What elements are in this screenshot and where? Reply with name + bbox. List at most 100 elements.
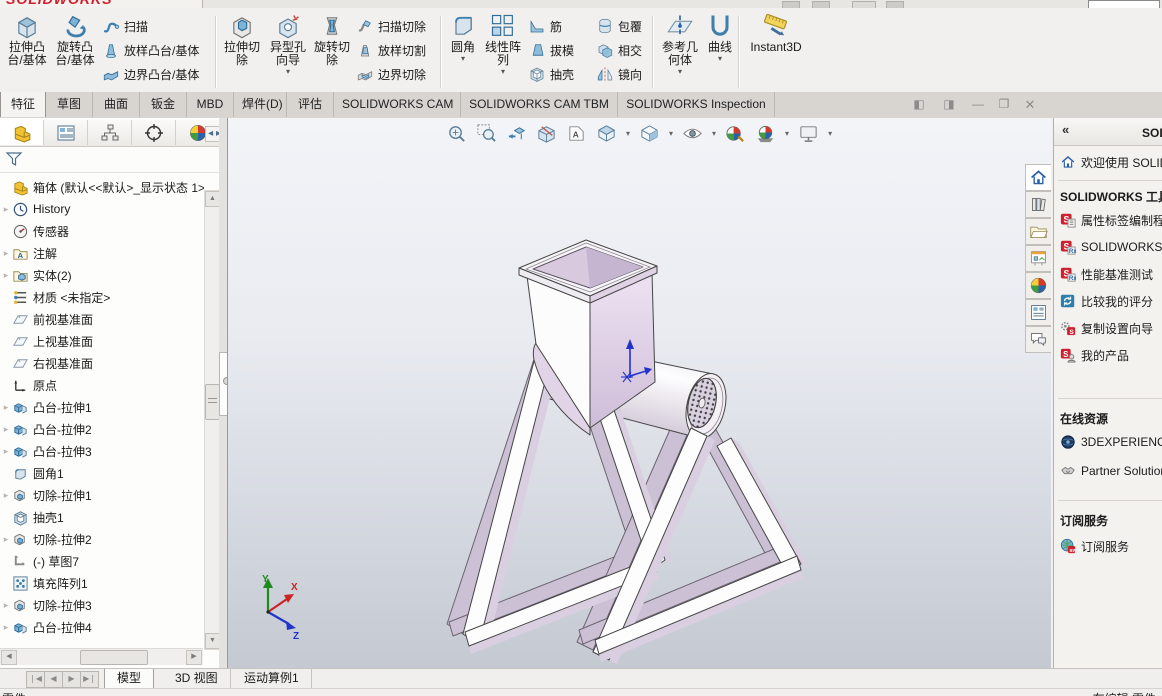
tree-row-boss-extrude4[interactable]: ▸ 凸台-拉伸4 bbox=[0, 616, 92, 638]
dimxpert-manager-tab[interactable] bbox=[132, 120, 176, 145]
dropdown-arrow-icon[interactable]: ▾ bbox=[669, 129, 673, 138]
tree-row-boss-extrude2[interactable]: ▸ 凸台-拉伸2 bbox=[0, 418, 92, 440]
previous-view-icon[interactable] bbox=[506, 123, 527, 144]
draft-button[interactable]: 拔模 bbox=[528, 38, 592, 62]
intersect-button[interactable]: 相交 bbox=[596, 38, 650, 62]
fillet-button[interactable]: 圆角 ▾ bbox=[444, 12, 482, 88]
expand-arrow-icon[interactable]: ▸ bbox=[0, 446, 12, 457]
graphics-viewport[interactable]: A ▾ ▾ ▾ ▾ ▾ Y X Z bbox=[227, 118, 1051, 668]
tab-mbd[interactable]: MBD bbox=[187, 92, 234, 117]
rib-button[interactable]: 筋 bbox=[528, 14, 592, 38]
tree-row-shell1[interactable]: 抽壳1 bbox=[0, 506, 64, 528]
welcome-link[interactable]: 欢迎使用 SOLIDWORKS bbox=[1060, 152, 1162, 172]
filter-icon[interactable] bbox=[5, 150, 23, 168]
reference-geometry-button[interactable]: 参考几何体 ▾ bbox=[658, 12, 702, 88]
extrude-boss-button[interactable]: 拉伸凸台/基体 bbox=[4, 12, 50, 88]
scroll-down-icon[interactable]: ▼ bbox=[205, 633, 220, 649]
expand-arrow-icon[interactable]: ▸ bbox=[0, 270, 12, 281]
previous-tab-icon[interactable]: ◀ bbox=[44, 671, 63, 688]
expand-arrow-icon[interactable]: ▸ bbox=[0, 248, 12, 259]
solidworks-rx-link[interactable]: SRxSOLIDWORKS Rx bbox=[1060, 237, 1162, 257]
revolve-cut-button[interactable]: 旋转切除 bbox=[310, 12, 354, 88]
tab-evaluate[interactable]: 评估 bbox=[287, 92, 334, 117]
last-tab-icon[interactable]: ▶❘ bbox=[80, 671, 99, 688]
tree-row-boss-extrude3[interactable]: ▸ 凸台-拉伸3 bbox=[0, 440, 92, 462]
tree-root-row[interactable]: 箱体 (默认<<默认>_显示状态 1> bbox=[0, 176, 204, 198]
next-tab-icon[interactable]: ▶ bbox=[62, 671, 81, 688]
curves-button[interactable]: 曲线 ▾ bbox=[704, 12, 736, 88]
design-library-tab[interactable] bbox=[1025, 191, 1051, 218]
dropdown-arrow-icon[interactable]: ▾ bbox=[501, 68, 505, 76]
tree-row-cut-extrude3[interactable]: ▸ 切除-拉伸3 bbox=[0, 594, 92, 616]
dropdown-arrow-icon[interactable]: ▾ bbox=[785, 129, 789, 138]
revolve-boss-button[interactable]: 旋转凸台/基体 bbox=[52, 12, 98, 88]
boundary-boss-button[interactable]: 边界凸台/基体 bbox=[102, 62, 214, 86]
tree-row-origin[interactable]: 原点 bbox=[0, 374, 57, 396]
view-palette-tab[interactable] bbox=[1025, 245, 1051, 272]
tree-row-cut-extrude2[interactable]: ▸ 切除-拉伸2 bbox=[0, 528, 92, 550]
scroll-up-icon[interactable]: ▲ bbox=[205, 191, 220, 207]
feature-tree-tab[interactable] bbox=[0, 120, 44, 145]
close-icon[interactable]: ✕ bbox=[1021, 97, 1039, 112]
tree-row-annotations[interactable]: ▸ A 注解 bbox=[0, 242, 57, 264]
tree-row-right-plane[interactable]: 右视基准面 bbox=[0, 352, 93, 374]
next-pane-icon[interactable]: ◨ bbox=[940, 97, 958, 112]
appearances-tab[interactable] bbox=[1025, 272, 1051, 299]
dropdown-arrow-icon[interactable]: ▾ bbox=[712, 129, 716, 138]
configuration-manager-tab[interactable] bbox=[88, 120, 132, 145]
expand-arrow-icon[interactable]: ▸ bbox=[0, 534, 12, 545]
section-view-icon[interactable] bbox=[536, 123, 557, 144]
previous-pane-icon[interactable]: ◧ bbox=[910, 97, 928, 112]
mirror-button[interactable]: 镜向 bbox=[596, 62, 650, 86]
instant3d-button[interactable]: Instant3D bbox=[744, 12, 808, 88]
tree-row-boss-extrude1[interactable]: ▸ 凸台-拉伸1 bbox=[0, 396, 92, 418]
dropdown-arrow-icon[interactable]: ▾ bbox=[678, 68, 682, 76]
performance-benchmark-link[interactable]: SRx性能基准测试 bbox=[1060, 264, 1153, 284]
sweep-button[interactable]: 扫描 bbox=[102, 14, 214, 38]
dropdown-arrow-icon[interactable]: ▾ bbox=[286, 68, 290, 76]
tab-sketch[interactable]: 草图 bbox=[46, 92, 93, 117]
expand-arrow-icon[interactable]: ▸ bbox=[0, 490, 12, 501]
file-explorer-tab[interactable] bbox=[1025, 218, 1051, 245]
home-tab[interactable] bbox=[1025, 164, 1051, 191]
edit-appearance-icon[interactable] bbox=[725, 123, 746, 144]
linear-pattern-button[interactable]: 线性阵列 ▾ bbox=[482, 12, 524, 88]
scroll-right-icon[interactable]: ▶ bbox=[186, 650, 202, 665]
tab-solidworks-inspection[interactable]: SOLIDWORKS Inspection bbox=[618, 92, 775, 117]
tree-row-sketch7[interactable]: (-) 草图7 bbox=[0, 550, 79, 572]
tree-row-front-plane[interactable]: 前视基准面 bbox=[0, 308, 93, 330]
tab-features[interactable]: 特征 bbox=[0, 92, 46, 117]
display-style-icon[interactable] bbox=[639, 123, 660, 144]
first-tab-icon[interactable]: ❘◀ bbox=[26, 671, 45, 688]
tree-row-solid-bodies[interactable]: ▸ 实体(2) bbox=[0, 264, 72, 286]
tab-weldments[interactable]: 焊件(D) bbox=[234, 92, 287, 117]
extrude-cut-button[interactable]: 拉伸切除 bbox=[220, 12, 264, 88]
3dexperience-link[interactable]: 3DEXPERIENCE bbox=[1060, 432, 1162, 452]
wrap-button[interactable]: 包覆 bbox=[596, 14, 650, 38]
custom-properties-tab[interactable] bbox=[1025, 299, 1051, 326]
hide-show-icon[interactable] bbox=[682, 123, 703, 144]
apply-scene-icon[interactable] bbox=[755, 123, 776, 144]
loft-boss-button[interactable]: 放样凸台/基体 bbox=[102, 38, 214, 62]
tree-row-fillet1[interactable]: 圆角1 bbox=[0, 462, 64, 484]
tree-row-history[interactable]: ▸ History bbox=[0, 198, 71, 220]
collapse-chevrons-icon[interactable]: « bbox=[1062, 122, 1069, 137]
tab-solidworks-cam-tbm[interactable]: SOLIDWORKS CAM TBM bbox=[461, 92, 618, 117]
property-manager-tab[interactable] bbox=[44, 120, 88, 145]
scroll-left-icon[interactable]: ◀ bbox=[1, 650, 17, 665]
subscription-link[interactable]: sw订阅服务 bbox=[1060, 536, 1129, 556]
dropdown-arrow-icon[interactable]: ▾ bbox=[718, 55, 722, 63]
tab-sheetmetal[interactable]: 钣金 bbox=[140, 92, 187, 117]
scrollbar-thumb[interactable] bbox=[205, 384, 220, 420]
expand-arrow-icon[interactable]: ▸ bbox=[0, 204, 12, 215]
forum-tab[interactable] bbox=[1025, 326, 1051, 353]
dropdown-arrow-icon[interactable]: ▾ bbox=[461, 55, 465, 63]
view-settings-icon[interactable] bbox=[798, 123, 819, 144]
property-tab-builder-link[interactable]: S属性标签编制程序 bbox=[1060, 210, 1162, 230]
tree-row-material[interactable]: 材质 <未指定> bbox=[0, 286, 110, 308]
scrollbar-thumb[interactable] bbox=[80, 650, 148, 665]
lofted-cut-button[interactable]: 放样切割 bbox=[356, 38, 440, 62]
model-3d-view[interactable]: Y X Z bbox=[231, 230, 881, 668]
tree-row-cut-extrude1[interactable]: ▸ 切除-拉伸1 bbox=[0, 484, 92, 506]
tab-solidworks-cam[interactable]: SOLIDWORKS CAM bbox=[334, 92, 461, 117]
